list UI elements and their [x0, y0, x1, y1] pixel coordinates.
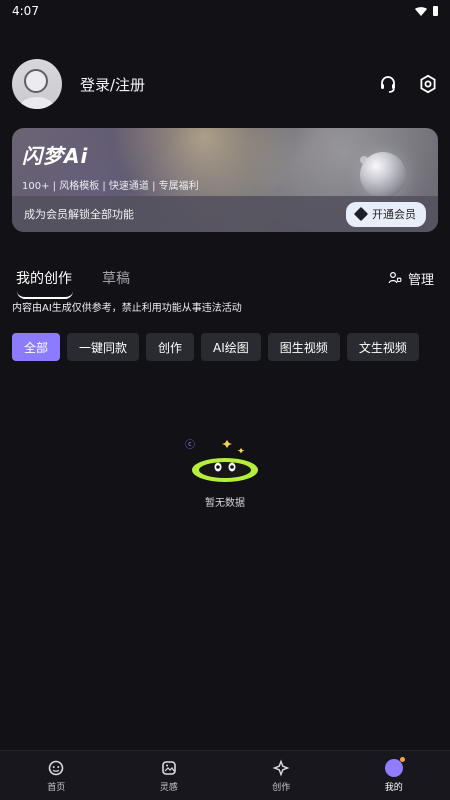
- nav-me-label: 我的: [384, 782, 403, 793]
- diamond-icon: [353, 206, 369, 222]
- login-register-link[interactable]: 登录/注册: [80, 74, 145, 95]
- nav-me[interactable]: 我的: [354, 756, 434, 793]
- me-icon: [384, 756, 405, 777]
- filter-ai-drawing[interactable]: AI绘图: [201, 333, 261, 361]
- decorative-orb-icon: [360, 152, 406, 198]
- inspiration-icon: [161, 760, 176, 775]
- open-vip-button[interactable]: 开通会员: [346, 201, 426, 227]
- headset-icon[interactable]: [378, 74, 398, 94]
- content-tabs: 我的创作 草稿 管理: [16, 262, 434, 299]
- vip-card-footer: 成为会员解锁全部功能 开通会员: [12, 196, 438, 232]
- vip-card-top: 闪梦Ai 100+ | 风格模板 | 快速通道 | 专属福利: [22, 140, 428, 198]
- tab-my-creations[interactable]: 我的创作: [16, 268, 73, 299]
- nav-create[interactable]: 创作: [241, 759, 321, 793]
- filter-create[interactable]: 创作: [146, 333, 195, 361]
- filter-all[interactable]: 全部: [12, 333, 61, 361]
- nav-inspiration-label: 灵感: [159, 782, 178, 793]
- avatar-face-icon: [24, 69, 48, 93]
- vip-membership-card[interactable]: 闪梦Ai 100+ | 风格模板 | 快速通道 | 专属福利 成为会员解锁全部功…: [12, 128, 438, 232]
- avatar-body-icon: [20, 97, 54, 109]
- settings-icon[interactable]: [418, 74, 438, 94]
- bottom-navigation: 首页 灵感 创作 我的: [0, 750, 450, 800]
- nav-home-label: 首页: [47, 782, 66, 793]
- vip-cta-text: 成为会员解锁全部功能: [24, 208, 134, 221]
- battery-icon: [433, 6, 438, 16]
- nav-create-label: 创作: [272, 782, 291, 793]
- empty-state: ⓒ 暂无数据: [175, 432, 275, 512]
- nav-inspiration[interactable]: 灵感: [129, 759, 209, 793]
- ai-content-notice: 内容由AI生成仅供参考，禁止利用功能从事违法活动: [12, 303, 242, 314]
- wifi-icon: [415, 6, 427, 16]
- manage-label: 管理: [407, 272, 434, 288]
- home-icon: [48, 760, 64, 775]
- empty-hole-eyes-icon: ⓒ: [185, 439, 258, 482]
- status-bar: 4:07: [0, 0, 450, 22]
- tab-drafts[interactable]: 草稿: [102, 268, 130, 288]
- status-icons: [415, 6, 438, 16]
- status-time: 4:07: [12, 4, 39, 18]
- top-actions: [378, 74, 438, 94]
- open-vip-label: 开通会员: [372, 208, 416, 221]
- profile-row: 登录/注册: [12, 57, 438, 111]
- filter-text-to-video[interactable]: 文生视频: [346, 333, 419, 361]
- filter-chips: 全部 一键同款 创作 AI绘图 图生视频 文生视频: [12, 333, 438, 361]
- empty-text: 暂无数据: [205, 498, 245, 509]
- user-manage-icon: [388, 271, 402, 284]
- filter-image-to-video[interactable]: 图生视频: [267, 333, 340, 361]
- avatar[interactable]: [12, 59, 62, 109]
- create-icon: [272, 759, 290, 776]
- svg-text:ⓒ: ⓒ: [185, 439, 195, 451]
- nav-home[interactable]: 首页: [16, 759, 96, 793]
- filter-one-click-same[interactable]: 一键同款: [67, 333, 140, 361]
- manage-button[interactable]: 管理: [388, 269, 434, 288]
